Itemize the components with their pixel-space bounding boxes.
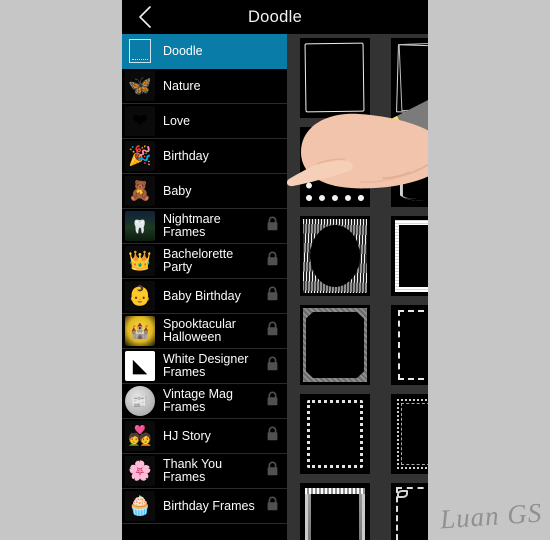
- sidebar-item-label: Thank You Frames: [163, 457, 223, 484]
- sidebar-item-baby-birthday[interactable]: 👶 Baby Birthday: [122, 279, 287, 314]
- sidebar-item-birthday-frames[interactable]: 🧁 Birthday Frames: [122, 489, 287, 524]
- frames-column-2: [391, 38, 428, 540]
- heart-thumb: ❤: [125, 106, 155, 136]
- padlock-icon: [266, 321, 279, 341]
- page-title: Doodle: [247, 7, 303, 26]
- padlock-icon: [266, 496, 279, 516]
- sidebar-item-vintage-mag-frames[interactable]: 📰 Vintage Mag Frames: [122, 384, 287, 419]
- frames-panel[interactable]: [287, 34, 428, 540]
- padlock-icon: [266, 426, 279, 446]
- sidebar-item-spooktacular-halloween[interactable]: 🏰 Spooktacular Halloween: [122, 314, 287, 349]
- hj-story-couple-thumb: 💑: [125, 421, 155, 451]
- app-header: Doodle: [122, 0, 428, 34]
- scribble-outline-frame[interactable]: [391, 305, 428, 385]
- rough-brush-frame[interactable]: [391, 216, 428, 296]
- sidebar-item-love[interactable]: ❤ Love: [122, 104, 287, 139]
- chevron-left-icon: [138, 6, 153, 28]
- dragonfly-thumb: 🦋: [125, 71, 155, 101]
- dashed-double-frame[interactable]: [391, 394, 428, 474]
- sidebar-item-hj-story[interactable]: 💑 HJ Story: [122, 419, 287, 454]
- sidebar-item-thank-you-frames[interactable]: 🌸 Thank You Frames: [122, 454, 287, 489]
- sidebar-item-label: Vintage Mag Frames: [163, 387, 233, 414]
- padlock-icon: [266, 356, 279, 376]
- sidebar-item-label: Nature: [163, 78, 201, 93]
- sidebar-item-label: Spooktacular Halloween: [163, 317, 236, 344]
- frames-column-1: [300, 38, 370, 540]
- sidebar-item-label: Birthday: [163, 148, 209, 163]
- sidebar-item-label: Nightmare Frames: [163, 212, 221, 239]
- watermark: Luan GS: [438, 497, 543, 535]
- sidebar-item-label: Baby Birthday: [163, 288, 241, 303]
- sidebar-item-label: Bachelorette Party: [163, 247, 234, 274]
- sidebar-item-label: White Designer Frames: [163, 352, 249, 379]
- sidebar-item-white-designer-frames[interactable]: ◣ White Designer Frames: [122, 349, 287, 384]
- padlock-icon: [266, 216, 279, 236]
- oval-scratch-frame[interactable]: [300, 216, 370, 296]
- phone-app-panel: Doodle Doodle 🦋 Nature ❤ Love 🎉 Birthday 🧸 Baby 🦷…: [122, 0, 428, 540]
- sidebar-item-label: Doodle: [163, 43, 203, 58]
- flower-wreath-thumb: 🌸: [125, 456, 155, 486]
- doodle-frame-thumb: [125, 36, 155, 66]
- sidebar-item-birthday[interactable]: 🎉 Birthday: [122, 139, 287, 174]
- sketch-rectangle-frame[interactable]: [300, 38, 370, 118]
- sidebar-item-label: Baby: [163, 183, 192, 198]
- sidebar-item-label: Birthday Frames: [163, 498, 255, 513]
- padlock-icon: [266, 251, 279, 271]
- back-button[interactable]: [128, 0, 162, 34]
- white-designer-thumb: ◣: [125, 351, 155, 381]
- frames-grid: [300, 38, 428, 540]
- sidebar-item-nature[interactable]: 🦋 Nature: [122, 69, 287, 104]
- nightmare-thumb: 🦷: [125, 211, 155, 241]
- sidebar-item-baby[interactable]: 🧸 Baby: [122, 174, 287, 209]
- wavy-line-frame[interactable]: [391, 127, 428, 207]
- haunted-castle-thumb: 🏰: [125, 316, 155, 346]
- pink-crown-thumb: 👑: [125, 246, 155, 276]
- cupcake-thumb: 🧁: [125, 491, 155, 521]
- sidebar-item-label: HJ Story: [163, 428, 211, 443]
- double-sketch-frame[interactable]: [391, 38, 428, 118]
- sidebar-item-nightmare-frames[interactable]: 🦷 Nightmare Frames: [122, 209, 287, 244]
- vintage-magazine-thumb: 📰: [125, 386, 155, 416]
- category-sidebar[interactable]: Doodle 🦋 Nature ❤ Love 🎉 Birthday 🧸 Baby 🦷 Nightma…: [122, 34, 287, 540]
- baby-party-hat-thumb: 👶: [125, 281, 155, 311]
- leaf-dashed-frame[interactable]: [391, 483, 428, 540]
- padlock-icon: [266, 286, 279, 306]
- ornate-silver-frame[interactable]: [300, 483, 370, 540]
- padlock-icon: [266, 461, 279, 481]
- dotted-tall-frame[interactable]: [300, 394, 370, 474]
- teddy-bear-thumb: 🧸: [125, 176, 155, 206]
- party-hat-thumb: 🎉: [125, 141, 155, 171]
- sidebar-item-doodle[interactable]: Doodle: [122, 34, 287, 69]
- sidebar-item-label: Love: [163, 113, 191, 128]
- sidebar-item-bachelorette-party[interactable]: 👑 Bachelorette Party: [122, 244, 287, 279]
- padlock-icon: [266, 391, 279, 411]
- chain-link-frame[interactable]: [300, 127, 370, 207]
- app-body: Doodle 🦋 Nature ❤ Love 🎉 Birthday 🧸 Baby 🦷 Nightma…: [122, 34, 428, 540]
- stone-corner-frame[interactable]: [300, 305, 370, 385]
